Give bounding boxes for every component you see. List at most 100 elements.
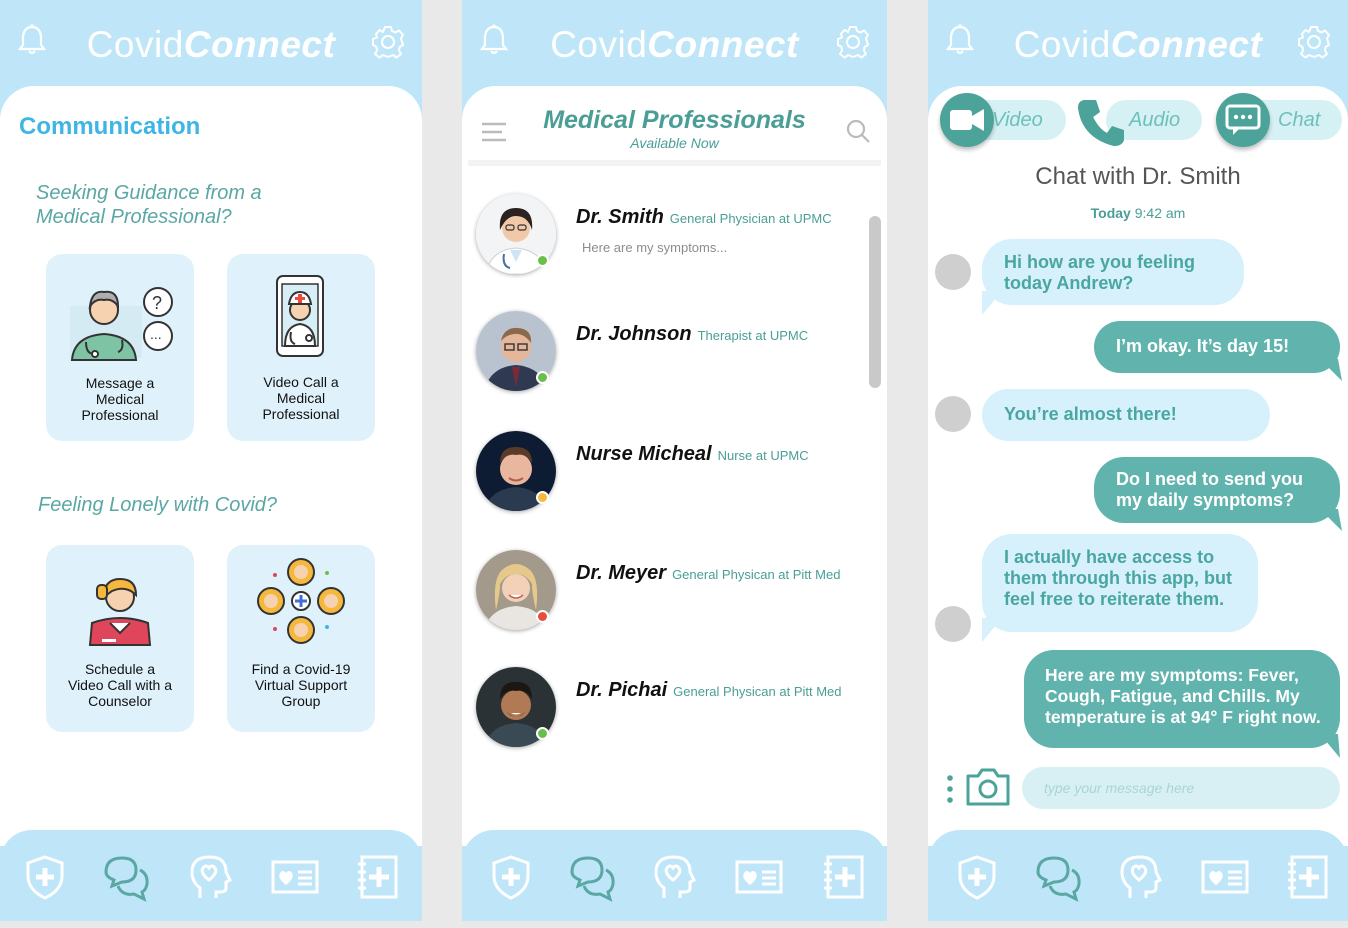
svg-text:...: ... bbox=[150, 326, 162, 342]
doctor-name-text: Dr. Meyer bbox=[576, 562, 667, 584]
phone-icon-overlay bbox=[1078, 100, 1124, 146]
doctor-name-text: Nurse Micheal bbox=[576, 443, 712, 465]
doctor-name: Dr. Meyer General Physican at Pitt Med bbox=[576, 562, 840, 585]
doctor-message-icon: ? ... bbox=[70, 287, 173, 361]
tile-label-line: Medical bbox=[276, 390, 326, 406]
doctor-list-item[interactable]: Dr. Smith General Physician at UPMC Here … bbox=[476, 194, 836, 284]
page-title: Medical Professionals bbox=[543, 106, 806, 134]
svg-text:?: ? bbox=[152, 293, 162, 313]
bubble-tail bbox=[1320, 509, 1342, 531]
chat-bubbles-icon[interactable] bbox=[566, 852, 616, 902]
medical-notebook-icon[interactable] bbox=[1282, 852, 1332, 902]
id-card-heart-icon[interactable] bbox=[1200, 852, 1250, 902]
tile-label-line: Video Call with a bbox=[67, 677, 173, 693]
tile-label-line: Group bbox=[281, 693, 321, 709]
status-dot bbox=[536, 254, 549, 267]
brand-part2: Connect bbox=[647, 24, 799, 65]
message-line: Hi how are you feeling bbox=[1004, 252, 1196, 272]
main-content: Medical Professionals Available Now Dr. … bbox=[462, 86, 887, 846]
head-heart-icon[interactable] bbox=[1116, 852, 1166, 902]
medical-notebook-icon[interactable] bbox=[352, 852, 402, 902]
tile-label-line: Video Call a bbox=[263, 374, 339, 390]
doctor-role: General Physican at Pitt Med bbox=[672, 567, 841, 582]
doctor-role: General Physican at Pitt Med bbox=[673, 684, 842, 699]
page-subtitle: Available Now bbox=[630, 135, 719, 151]
doctor-list-item[interactable]: Nurse Micheal Nurse at UPMC bbox=[476, 431, 836, 521]
tile-label-line: Counselor bbox=[88, 693, 152, 709]
schedule-counselor-tile[interactable]: Schedule a Video Call with a Counselor bbox=[46, 545, 194, 732]
message-professional-tile[interactable]: ? ... Message a Medical Professional bbox=[46, 254, 194, 441]
audio-mode-label: Audio bbox=[1129, 109, 1181, 131]
chat-timestamp: Today 9:42 am bbox=[928, 205, 1348, 221]
gear-icon[interactable] bbox=[835, 24, 871, 60]
sender-avatar bbox=[935, 254, 971, 290]
message-input[interactable] bbox=[1022, 767, 1340, 809]
message-line: temperature is at 94° F right now. bbox=[1045, 707, 1321, 727]
id-card-heart-icon[interactable] bbox=[270, 852, 320, 902]
top-bar: CovidConnect bbox=[0, 0, 422, 90]
shield-plus-icon[interactable] bbox=[486, 852, 536, 902]
scrollbar[interactable] bbox=[869, 216, 881, 388]
tile-label: Message a Medical Professional bbox=[52, 375, 188, 423]
doctor-list-item[interactable]: Dr. Johnson Therapist at UPMC bbox=[476, 311, 836, 401]
shield-plus-icon[interactable] bbox=[952, 852, 1002, 902]
video-call-professional-tile[interactable]: Video Call a Medical Professional bbox=[227, 254, 375, 441]
chat-title: Chat with Dr. Smith bbox=[1035, 163, 1241, 190]
tile-label: Schedule a Video Call with a Counselor bbox=[52, 661, 188, 709]
chat-message-icon[interactable] bbox=[1216, 93, 1270, 147]
shield-plus-icon[interactable] bbox=[20, 852, 70, 902]
section-heading-guidance: Seeking Guidance from a Medical Professi… bbox=[36, 181, 262, 229]
doctor-role: Nurse at UPMC bbox=[717, 448, 809, 463]
id-card-heart-icon[interactable] bbox=[734, 852, 784, 902]
last-message-preview: Here are my symptoms... bbox=[582, 240, 728, 255]
medical-professionals-screen: CovidConnect Medical Professionals Avail… bbox=[462, 0, 887, 921]
status-dot bbox=[536, 610, 549, 623]
doctor-name-text: Dr. Johnson bbox=[576, 323, 692, 345]
chat-bubble-incoming: Hi how are you feeling today Andrew? bbox=[982, 239, 1244, 305]
support-group-icon bbox=[257, 558, 345, 644]
status-dot bbox=[536, 491, 549, 504]
message-line: my daily symptoms? bbox=[1116, 490, 1295, 510]
gear-icon[interactable] bbox=[370, 24, 406, 60]
chat-bubble-incoming: You’re almost there! bbox=[982, 389, 1270, 441]
app-logo: CovidConnect bbox=[462, 24, 887, 66]
sender-avatar bbox=[935, 396, 971, 432]
doctor-name: Dr. Smith General Physician at UPMC bbox=[576, 206, 832, 229]
tile-label-line: Professional bbox=[262, 406, 340, 422]
tile-label-line: Message a bbox=[85, 375, 155, 391]
search-icon[interactable] bbox=[845, 118, 871, 144]
doctor-name: Nurse Micheal Nurse at UPMC bbox=[576, 443, 809, 466]
chat-bubbles-icon[interactable] bbox=[1032, 852, 1082, 902]
chat-bubbles-icon[interactable] bbox=[100, 852, 150, 902]
status-dot bbox=[536, 727, 549, 740]
message-line: You’re almost there! bbox=[1004, 404, 1177, 424]
status-dot bbox=[536, 371, 549, 384]
counselor-icon bbox=[88, 577, 152, 646]
brand-part2: Connect bbox=[1110, 24, 1263, 65]
camera-icon[interactable] bbox=[964, 766, 1012, 808]
more-options-icon[interactable] bbox=[946, 774, 954, 804]
brand-part1: Covid bbox=[86, 24, 184, 65]
message-line: I’m okay. It’s day 15! bbox=[1116, 336, 1290, 356]
video-camera-icon[interactable] bbox=[940, 93, 994, 147]
gear-icon[interactable] bbox=[1296, 24, 1332, 60]
doctor-name-text: Dr. Smith bbox=[576, 206, 664, 228]
support-group-tile[interactable]: Find a Covid-19 Virtual Support Group bbox=[227, 545, 375, 732]
tile-label-line: Professional bbox=[81, 407, 159, 423]
timestamp-time: 9:42 am bbox=[1134, 205, 1186, 221]
app-logo: CovidConnect bbox=[0, 24, 422, 66]
tile-label: Find a Covid-19 Virtual Support Group bbox=[233, 661, 369, 709]
bubble-tail bbox=[982, 618, 1002, 642]
section-heading-line: Seeking Guidance from a bbox=[36, 182, 262, 204]
head-heart-icon[interactable] bbox=[650, 852, 700, 902]
head-heart-icon[interactable] bbox=[186, 852, 236, 902]
doctor-role: Therapist at UPMC bbox=[697, 328, 809, 343]
doctor-list-item[interactable]: Dr. Pichai General Physican at Pitt Med bbox=[476, 667, 842, 757]
page-title: Communication bbox=[19, 113, 201, 140]
chat-screen: CovidConnect Video Audio Chat Chat with … bbox=[928, 0, 1348, 921]
medical-notebook-icon[interactable] bbox=[818, 852, 868, 902]
message-line: Here are my symptoms: Fever, bbox=[1045, 665, 1299, 685]
doctor-list-item[interactable]: Dr. Meyer General Physican at Pitt Med bbox=[476, 550, 840, 640]
bottom-nav bbox=[462, 830, 887, 921]
bubble-tail bbox=[1320, 359, 1342, 381]
